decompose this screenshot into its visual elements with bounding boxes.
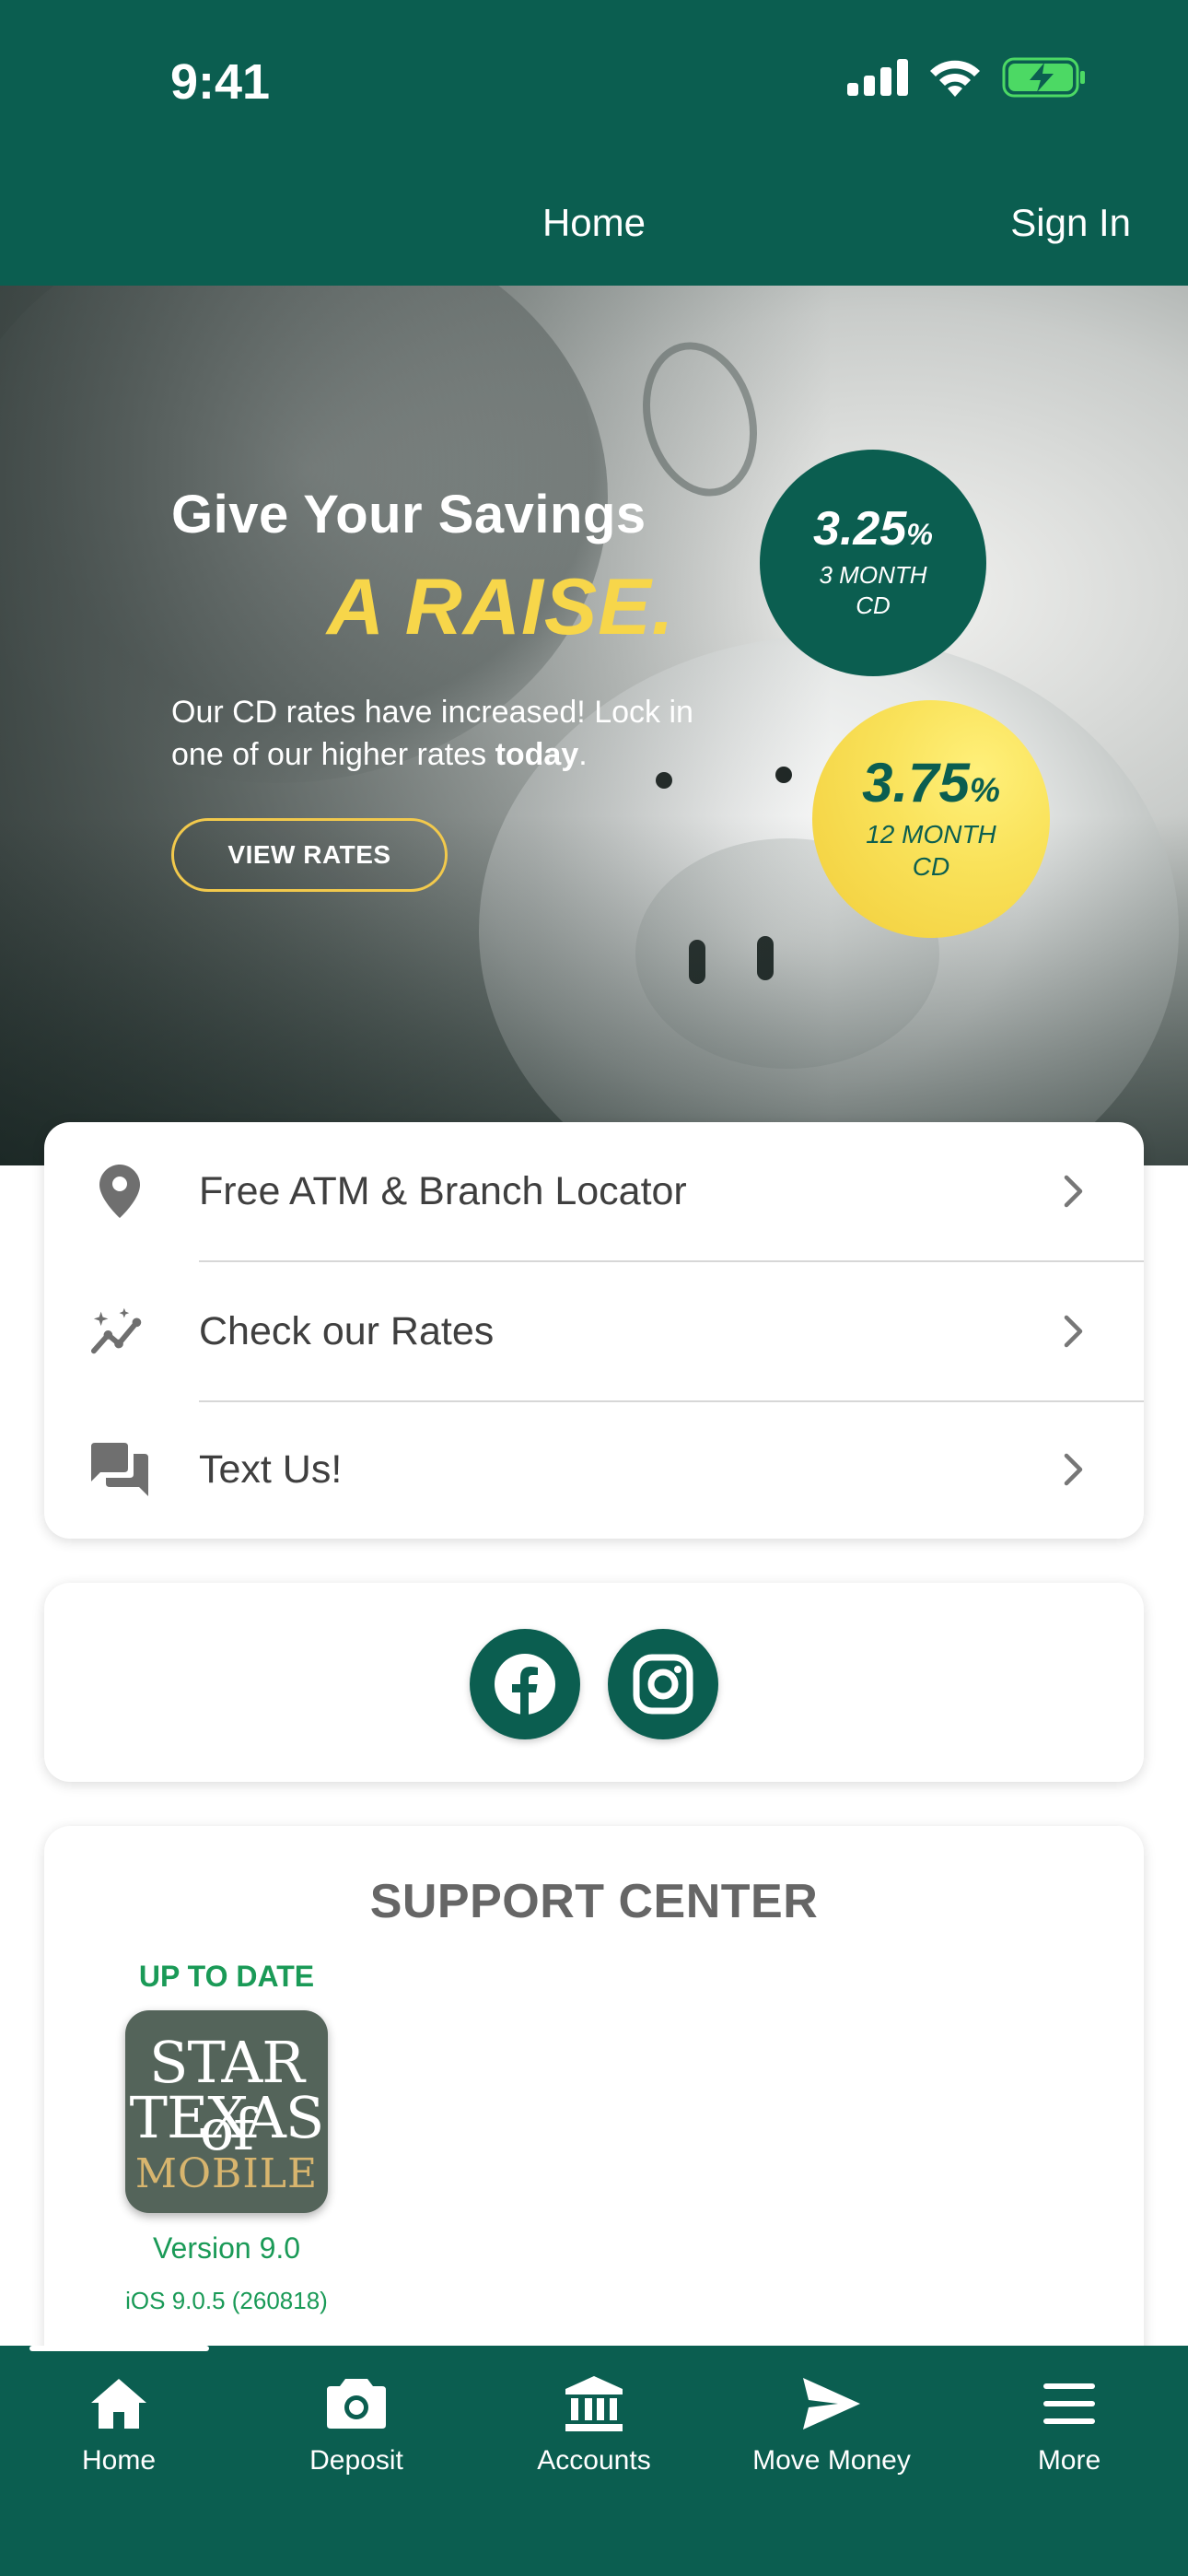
update-status-badge: UP TO DATE — [138, 1960, 315, 1993]
menu-icon — [1043, 2373, 1095, 2434]
tab-home[interactable]: Home — [0, 2346, 238, 2502]
menu-item-label: Check our Rates — [199, 1308, 495, 1353]
instagram-icon — [633, 1654, 693, 1715]
active-tab-indicator — [29, 2346, 209, 2351]
tab-accounts[interactable]: Accounts — [475, 2346, 713, 2502]
rate-badge-3-month: 3.25% 3 MONTH CD — [760, 450, 986, 676]
menu-item-text-us[interactable]: Text Us! — [44, 1400, 1144, 1539]
tab-label: Home — [81, 2445, 157, 2476]
hero-headline-accent: A RAISE. — [327, 563, 675, 651]
chat-icon — [90, 1440, 149, 1499]
rates-chart-icon — [90, 1302, 149, 1361]
send-icon — [803, 2373, 860, 2434]
app-version: Version 9.0 — [152, 2231, 301, 2265]
tab-label: More — [1037, 2445, 1101, 2476]
quick-links-card: Free ATM & Branch Locator Check our Rate… — [44, 1122, 1144, 1539]
rate-badge-12-month: 3.75% 12 MONTH CD — [812, 700, 1050, 938]
support-center-card: SUPPORT CENTER UP TO DATE STAR of TEXAS … — [44, 1826, 1144, 2379]
status-time: 9:41 — [170, 54, 271, 110]
location-pin-icon — [90, 1162, 149, 1221]
menu-item-check-rates[interactable]: Check our Rates — [44, 1262, 1144, 1400]
chevron-right-icon — [1059, 1308, 1089, 1354]
bottom-tab-bar: Home Deposit Accounts Move Money More — [0, 2346, 1188, 2576]
chevron-right-icon — [1059, 1168, 1089, 1214]
support-center-title: SUPPORT CENTER — [369, 1875, 819, 1928]
tab-label: Move Money — [752, 2445, 911, 2476]
facebook-button[interactable] — [470, 1629, 580, 1739]
facebook-icon — [495, 1654, 555, 1716]
bank-icon — [565, 2373, 623, 2434]
app-build-number: iOS 9.0.5 (260818) — [125, 2287, 328, 2314]
hero-headline: Give Your Savings — [171, 485, 646, 544]
battery-charging-icon — [1002, 57, 1085, 98]
hero-body-text: Our CD rates have increased! Lock in one… — [171, 695, 693, 772]
instagram-button[interactable] — [608, 1629, 718, 1739]
home-icon — [91, 2373, 146, 2434]
tab-move-money[interactable]: Move Money — [713, 2346, 950, 2502]
tab-more[interactable]: More — [950, 2346, 1188, 2502]
sign-in-button[interactable]: Sign In — [1010, 201, 1131, 245]
promo-banner[interactable]: Give Your Savings A RAISE. Our CD rates … — [0, 286, 1188, 1165]
menu-item-label: Free ATM & Branch Locator — [199, 1168, 687, 1213]
menu-item-atm-locator[interactable]: Free ATM & Branch Locator — [44, 1122, 1144, 1260]
social-links-card — [44, 1583, 1144, 1782]
status-icons — [847, 57, 1087, 98]
chevron-right-icon — [1059, 1446, 1089, 1493]
cellular-signal-icon — [847, 59, 908, 96]
tab-deposit[interactable]: Deposit — [238, 2346, 475, 2502]
app-header: 9:41 Home Sign In — [0, 0, 1188, 286]
tab-label: Deposit — [309, 2445, 403, 2476]
view-rates-button[interactable]: VIEW RATES — [171, 818, 448, 892]
app-logo: STAR of TEXAS MOBILE — [125, 2010, 328, 2213]
menu-item-label: Text Us! — [199, 1446, 343, 1492]
tab-label: Accounts — [537, 2445, 651, 2476]
wifi-icon — [930, 60, 980, 97]
camera-icon — [327, 2373, 386, 2434]
